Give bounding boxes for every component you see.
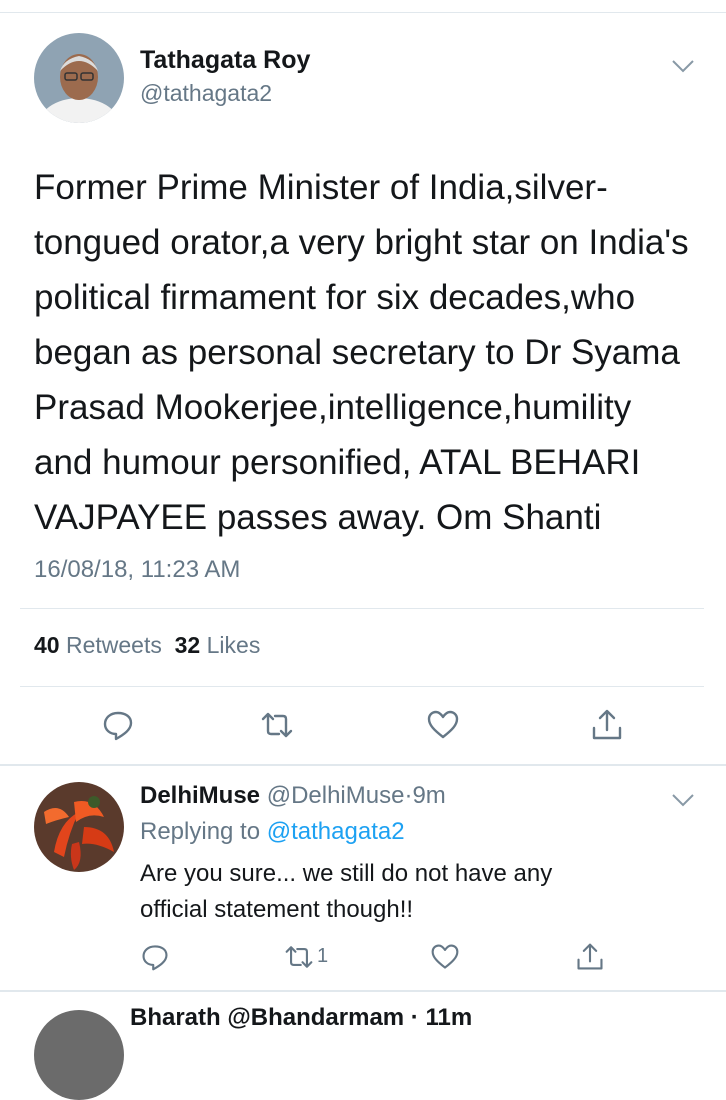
retweets-stat[interactable]: 40 Retweets	[34, 632, 162, 658]
author-name[interactable]: Tathagata Roy	[140, 46, 310, 75]
likes-label: Likes	[206, 632, 261, 658]
avatar[interactable]	[34, 33, 124, 123]
reply-header: DelhiMuse @DelhiMuse·9m	[140, 782, 446, 810]
retweets-count: 40	[34, 632, 60, 658]
replying-prefix: Replying to	[140, 818, 261, 845]
retweet-icon[interactable]	[284, 942, 314, 972]
tweet-text: Former Prime Minister of India,silver- t…	[34, 168, 689, 537]
section-divider	[0, 764, 726, 766]
retweet-count: 1	[317, 945, 329, 967]
reply-text: Are you sure... we still do not have any…	[140, 860, 553, 923]
reply-author-name[interactable]: DelhiMuse	[140, 782, 260, 809]
tweet-stats: 40 Retweets 32 Likes	[34, 632, 260, 659]
reply-icon[interactable]	[140, 942, 170, 972]
likes-stat[interactable]: 32 Likes	[175, 632, 261, 658]
divider	[20, 608, 704, 609]
reply-author-handle[interactable]: @DelhiMuse	[267, 782, 405, 809]
reply-icon[interactable]	[101, 708, 135, 742]
likes-count: 32	[174, 632, 201, 658]
reply-avatar[interactable]	[34, 782, 124, 872]
replying-to: Replying to @tathagata2	[140, 818, 405, 846]
section-divider	[0, 990, 726, 992]
reply-time: 9m	[412, 782, 446, 809]
tweet-timestamp: 16/08/18, 11:23 AM	[34, 556, 241, 583]
chevron-down-icon[interactable]	[670, 792, 696, 808]
heart-icon[interactable]	[430, 942, 460, 972]
retweet-icon[interactable]	[260, 708, 294, 742]
retweets-label: Retweets	[65, 632, 162, 658]
chevron-down-icon[interactable]	[670, 58, 696, 74]
top-divider	[0, 12, 726, 13]
divider	[20, 686, 704, 687]
heart-icon[interactable]	[426, 708, 460, 742]
replying-to-link[interactable]: @tathagata2	[267, 818, 405, 845]
author-handle[interactable]: @tathagata2	[140, 80, 272, 107]
share-icon[interactable]	[575, 942, 605, 972]
share-icon[interactable]	[590, 708, 624, 742]
next-reply-header[interactable]: Bharath @Bhandarmam · 11m	[130, 1004, 472, 1032]
